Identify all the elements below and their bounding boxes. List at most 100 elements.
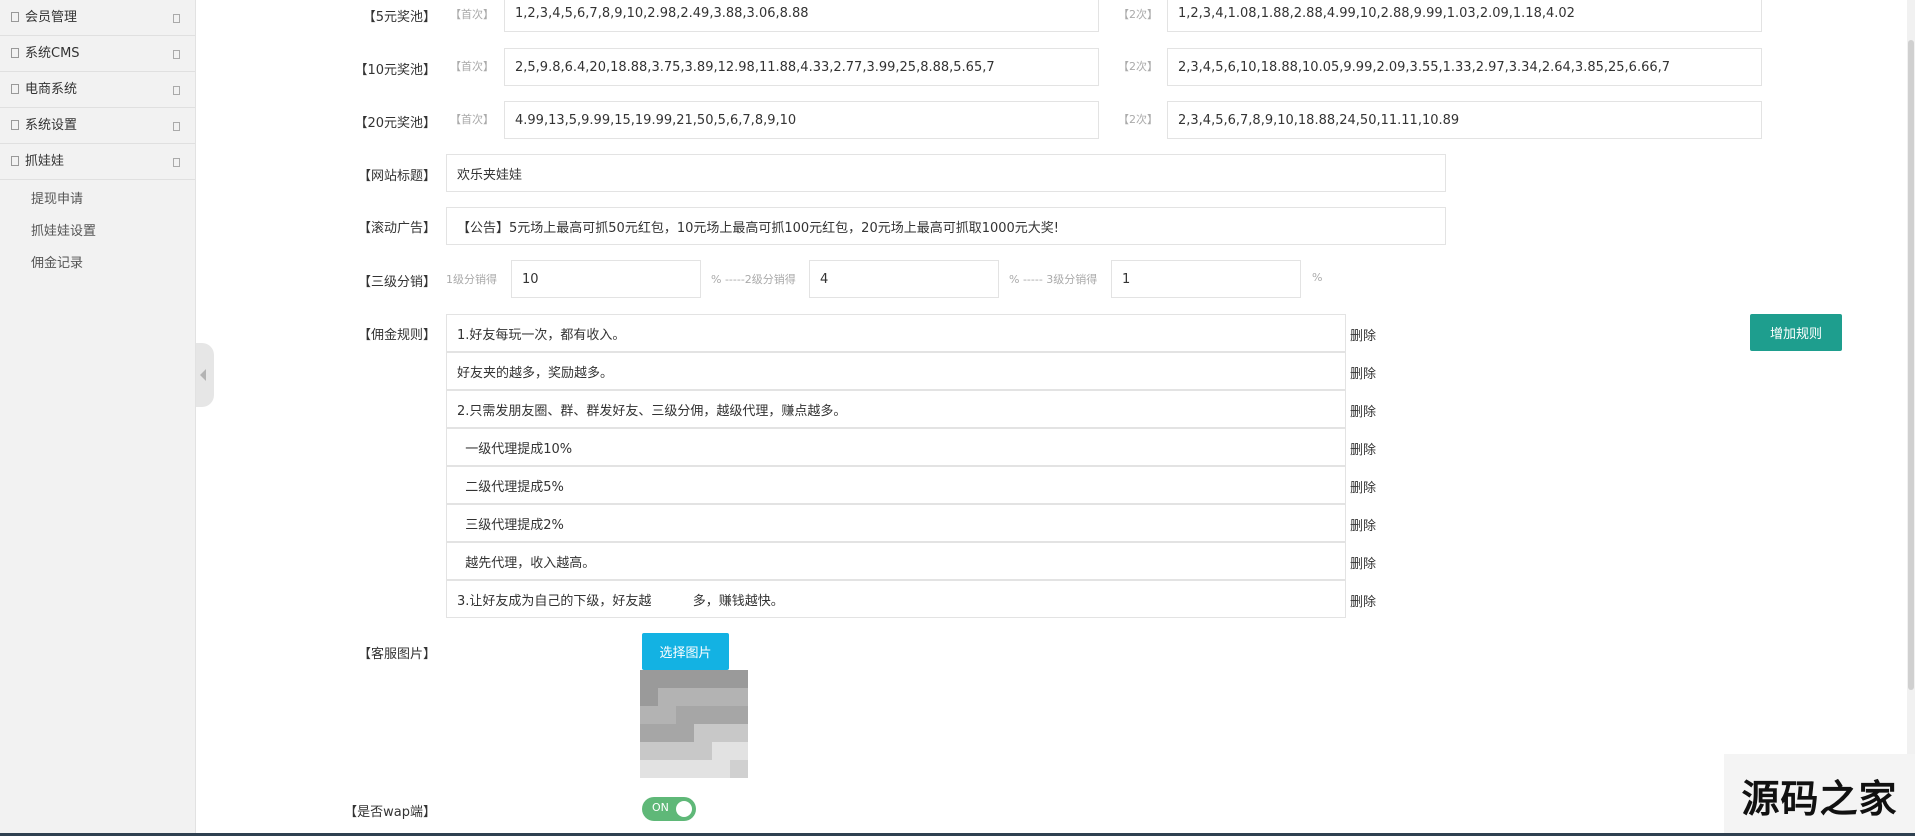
sidebar-menu-item[interactable]: 系统CMS — [0, 36, 195, 72]
delete-rule-button[interactable]: 删除 — [1350, 515, 1376, 534]
sidebar-menu-item[interactable]: 系统设置 — [0, 108, 195, 144]
commission-rule-input[interactable]: 2.只需发朋友圈、群、群发好友、三级分佣，越级代理，赚点越多。 — [446, 390, 1346, 428]
toggle-knob — [676, 801, 692, 817]
sidebar-submenu-item[interactable]: 佣金记录 — [0, 248, 195, 280]
commission-rule-input[interactable]: 越先代理，收入越高。 — [446, 542, 1346, 580]
sidebar: 会员管理系统CMS 电商系统 系统设置 抓娃娃 提现申请 抓娃娃设置 佣金记录 — [0, 0, 196, 836]
qr-pixel — [730, 724, 748, 742]
menu-icon — [11, 84, 19, 94]
delete-rule-button[interactable]: 删除 — [1350, 325, 1376, 344]
select-image-button[interactable]: 选择图片 — [642, 633, 729, 670]
commission-rule-input[interactable]: 一级代理提成10% — [446, 428, 1346, 466]
level3-input[interactable]: 1 — [1111, 260, 1301, 298]
qr-pixel — [676, 706, 694, 724]
percent-sign: % — [1312, 271, 1323, 284]
commission-rule-input[interactable]: 三级代理提成2% — [446, 504, 1346, 542]
page-scrollbar[interactable] — [1907, 0, 1915, 836]
settings-form: 【5元奖池】 【首次】 1,2,3,4,5,6,7,8,9,10,2.98,2.… — [196, 0, 1915, 836]
sidebar-menu-label: 系统CMS — [25, 46, 80, 61]
pool20-first-input[interactable]: 4.99,13,5,9.99,15,19.99,21,50,5,6,7,8,9,… — [504, 101, 1099, 139]
pool20-label: 【20元奖池】 — [354, 116, 436, 131]
pool20-first-value: 4.99,13,5,9.99,15,19.99,21,50,5,6,7,8,9,… — [515, 112, 797, 128]
site-title-input[interactable]: 欢乐夹娃娃 — [446, 154, 1446, 192]
level2-value: 4 — [820, 271, 829, 287]
chevron-icon — [173, 122, 180, 131]
qr-pixel — [658, 688, 676, 706]
menu-icon — [11, 48, 19, 58]
qr-pixel — [640, 724, 658, 742]
qr-pixel — [658, 724, 676, 742]
chevron-icon — [173, 86, 180, 95]
qr-pixel — [658, 742, 676, 760]
add-rule-button[interactable]: 增加规则 — [1750, 314, 1842, 351]
pool5-first-input[interactable]: 1,2,3,4,5,6,7,8,9,10,2.98,2.49,3.88,3.06… — [504, 0, 1099, 32]
wap-toggle[interactable]: ON — [642, 797, 696, 821]
marquee-label: 【滚动广告】 — [357, 221, 436, 236]
pool20-second-input[interactable]: 2,3,4,5,6,7,8,9,10,18.88,24,50,11.11,10.… — [1167, 101, 1762, 139]
sidebar-menu-item[interactable]: 会员管理 — [0, 0, 195, 36]
pool10-first-tag: 【首次】 — [450, 60, 494, 73]
commission-rule-input[interactable]: 1.好友每玩一次，都有收入。 — [446, 314, 1346, 352]
pool10-second-input[interactable]: 2,3,4,5,6,10,18.88,10.05,9.99,2.09,3.55,… — [1167, 48, 1762, 86]
qr-pixel — [694, 724, 712, 742]
delete-rule-button[interactable]: 删除 — [1350, 439, 1376, 458]
delete-rule-button[interactable]: 删除 — [1350, 401, 1376, 420]
qr-pixel — [640, 742, 658, 760]
menu-icon — [11, 156, 19, 166]
distribution-label: 【三级分销】 — [357, 275, 436, 290]
qr-pixel — [712, 688, 730, 706]
qr-pixel — [658, 706, 676, 724]
qr-pixel — [712, 670, 730, 688]
delete-rule-button[interactable]: 删除 — [1350, 591, 1376, 610]
pool5-second-input[interactable]: 1,2,3,4,1.08,1.88,2.88,4.99,10,2.88,9.99… — [1167, 0, 1762, 32]
qr-pixel — [640, 706, 658, 724]
level2-input[interactable]: 4 — [809, 260, 999, 298]
delete-rule-button[interactable]: 删除 — [1350, 363, 1376, 382]
qr-pixel — [676, 742, 694, 760]
sidebar-submenu-item[interactable]: 抓娃娃设置 — [0, 216, 195, 248]
delete-rule-button[interactable]: 删除 — [1350, 477, 1376, 496]
marquee-input[interactable]: 【公告】5元场上最高可抓50元红包，10元场上最高可抓100元红包，20元场上最… — [446, 207, 1446, 245]
level1-input[interactable]: 10 — [511, 260, 701, 298]
pool5-first-value: 1,2,3,4,5,6,7,8,9,10,2.98,2.49,3.88,3.06… — [515, 5, 809, 21]
sidebar-submenu-item[interactable]: 提现申请 — [0, 184, 195, 216]
qr-pixel — [694, 688, 712, 706]
qr-pixel — [730, 742, 748, 760]
commission-label: 【佣金规则】 — [357, 328, 436, 343]
level3-value: 1 — [1122, 271, 1131, 287]
pool10-label: 【10元奖池】 — [354, 63, 436, 78]
sidebar-menu-item[interactable]: 抓娃娃 — [0, 144, 195, 180]
sidebar-menu-item[interactable]: 电商系统 — [0, 72, 195, 108]
qr-pixel — [694, 760, 712, 778]
chevron-icon — [173, 50, 180, 59]
delete-rule-button[interactable]: 删除 — [1350, 553, 1376, 572]
pool20-first-tag: 【首次】 — [450, 113, 494, 126]
pool20-second-value: 2,3,4,5,6,7,8,9,10,18.88,24,50,11.11,10.… — [1178, 112, 1460, 128]
qr-pixel — [712, 706, 730, 724]
wap-toggle-text: ON — [652, 801, 669, 814]
qr-pixel — [712, 724, 730, 742]
qr-pixel — [640, 670, 658, 688]
pool10-first-value: 2,5,9.8,6.4,20,18.88,3.75,3.89,12.98,11.… — [515, 59, 995, 75]
qr-pixel — [712, 742, 730, 760]
sidebar-menu: 会员管理系统CMS 电商系统 系统设置 抓娃娃 — [0, 0, 195, 180]
qr-pixel — [730, 760, 748, 778]
pool10-first-input[interactable]: 2,5,9.8,6.4,20,18.88,3.75,3.89,12.98,11.… — [504, 48, 1099, 86]
pool5-second-value: 1,2,3,4,1.08,1.88,2.88,4.99,10,2.88,9.99… — [1178, 5, 1575, 21]
commission-rule-input[interactable]: 3.让好友成为自己的下级，好友越 多，赚钱越快。 — [446, 580, 1346, 618]
qr-pixel — [676, 670, 694, 688]
qr-pixel — [730, 688, 748, 706]
qr-pixel — [658, 760, 676, 778]
pool5-second-tag: 【2次】 — [1118, 8, 1158, 21]
chevron-icon — [173, 158, 180, 167]
pool10-second-value: 2,3,4,5,6,10,18.88,10.05,9.99,2.09,3.55,… — [1178, 59, 1671, 75]
qr-pixel — [676, 688, 694, 706]
level2-label: % -----2级分销得 — [711, 273, 796, 286]
commission-rule-input[interactable]: 二级代理提成5% — [446, 466, 1346, 504]
pool20-second-tag: 【2次】 — [1118, 113, 1158, 126]
service-image-label: 【客服图片】 — [357, 647, 436, 662]
commission-rule-input[interactable]: 好友夹的越多，奖励越多。 — [446, 352, 1346, 390]
pool5-label: 【5元奖池】 — [362, 10, 436, 25]
scrollbar-thumb[interactable] — [1908, 40, 1914, 690]
sidebar-menu-label: 会员管理 — [25, 10, 78, 25]
